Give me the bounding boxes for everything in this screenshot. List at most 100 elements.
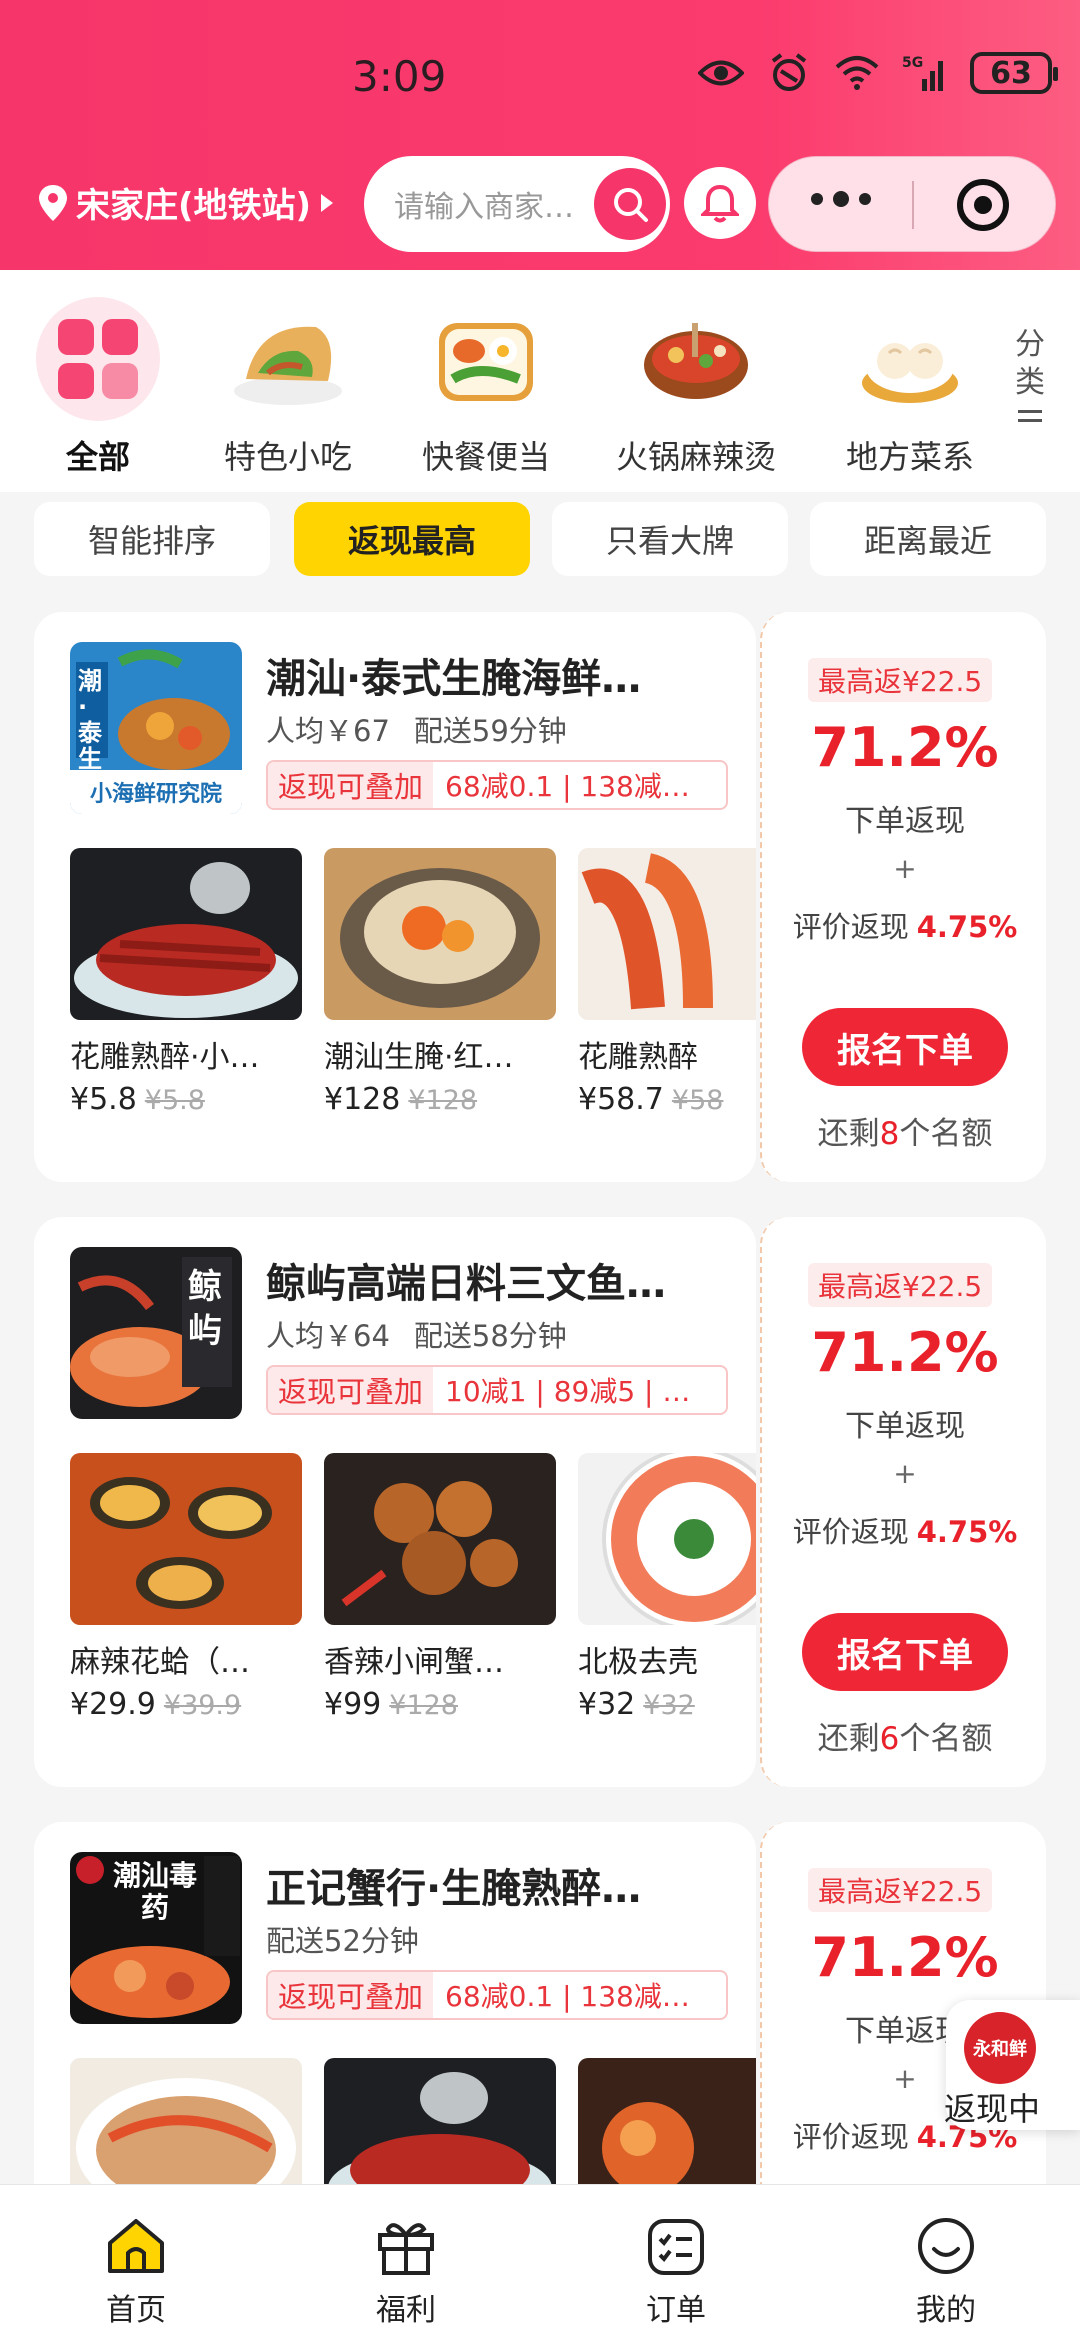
dish-price: ¥5.8 ¥5.8 [70, 1082, 205, 1117]
battery-indicator: 63 [970, 52, 1058, 94]
cashback-rate-label: 下单返现 [845, 1409, 965, 1444]
tab-label: 订单 [646, 2293, 706, 2328]
category-fastfood[interactable]: 快餐便当 [396, 294, 576, 484]
avg-price: 人均￥64 [266, 1319, 390, 1353]
dish-item[interactable]: 北极去壳 ¥32 ¥32 [578, 1453, 756, 1722]
shop-info-panel[interactable]: 鲸屿 鲸屿高端日料三文鱼… 人均￥64 配送58分钟 返现可叠加 10减1 | 89… [34, 1217, 756, 1787]
bottom-tab-bar: 首页 福利 订单 我的 [0, 2184, 1080, 2340]
cashback-rate: 71.2% [811, 716, 999, 779]
shop-name: 正记蟹行·生腌熟醉… [266, 1866, 642, 1912]
dish-row: 花雕熟醉·小… ¥5.8 ¥5.8 潮汕生腌·红… ¥128 ¥128 花雕熟醉 ¥… [70, 848, 756, 1158]
capsule-divider [912, 181, 914, 229]
logo-caption: 小海鲜研究院 [89, 782, 222, 807]
search-placeholder: 请输入商家… [394, 190, 574, 225]
tab-label: 首页 [106, 2293, 166, 2328]
category-label: 全部 [65, 438, 130, 476]
dish-item[interactable]: 潮汕生腌·红… ¥128 ¥128 [324, 848, 556, 1117]
promo-strip: 返现可叠加 68减0.1 | 138减… [266, 760, 728, 810]
cashback-panel: 最高返¥22.5 71.2% 下单返现 + 评价返现 4.75% 报名下单 还剩6… [760, 1217, 1046, 1787]
status-icons: 5G 63 [698, 52, 1058, 94]
dish-item[interactable]: 香辣小闸蟹… ¥99 ¥128 [324, 1453, 556, 1722]
dish-item[interactable]: 花雕熟醉 ¥58.7 ¥58 [578, 848, 756, 1117]
shop-name: 潮汕·泰式生腌海鲜… [266, 656, 642, 702]
review-cashback: 评价返现 4.75% [792, 910, 1018, 944]
sort-nearest[interactable]: 距离最近 [810, 502, 1046, 576]
category-label: 特色小吃 [223, 438, 352, 476]
dish-name: 花雕熟醉·小… [70, 1040, 260, 1075]
shop-meta: 人均￥64 配送58分钟 [266, 1313, 591, 1355]
remaining-quota: 还剩6个名额 [817, 1721, 993, 1757]
search-button[interactable] [594, 168, 666, 240]
hotpot-icon [631, 294, 761, 424]
menu-lines-icon [1018, 410, 1042, 422]
sort-brands-only[interactable]: 只看大牌 [552, 502, 788, 576]
wifi-icon [834, 53, 880, 93]
category-bar: 全部 特色小吃 快餐便当 火锅麻辣烫 地方菜系 分 类 [0, 270, 1080, 492]
review-cashback: 评价返现 4.75% [792, 1515, 1018, 1549]
gift-icon [371, 2213, 441, 2279]
delivery-time: 配送59分钟 [413, 714, 567, 748]
avg-price: 人均￥67 [266, 714, 390, 748]
shop-logo: 鲸屿 [70, 1247, 242, 1419]
home-icon [101, 2213, 171, 2279]
tab-home[interactable]: 首页 [66, 2213, 206, 2329]
cashback-in-progress-badge[interactable]: 永和鲜 返现中 [944, 2000, 1080, 2130]
more-label: 类 [1015, 365, 1045, 400]
tab-label: 我的 [916, 2293, 976, 2328]
search-box[interactable]: 请输入商家… [364, 156, 670, 252]
dish-name: 北极去壳 [578, 1645, 698, 1680]
shop-card[interactable]: 潮·泰生腌 小海鲜研究院 潮汕·泰式生腌海鲜… 人均￥67 配送59分钟 返现可叠… [34, 612, 1046, 1182]
dish-item[interactable]: 麻辣花蛤（… ¥29.9 ¥39.9 [70, 1453, 302, 1722]
dish-image [70, 848, 302, 1020]
more-label: 分 [1015, 327, 1045, 362]
plus-sign: + [893, 1457, 917, 1490]
promo-text: 68减0.1 | 138减… [445, 1980, 690, 2013]
smile-profile-icon [911, 2213, 981, 2279]
promo-tag: 返现可叠加 [268, 1367, 434, 1413]
category-label: 火锅麻辣烫 [615, 438, 776, 476]
shop-meta: 配送52分钟 [266, 1918, 443, 1960]
sort-smart[interactable]: 智能排序 [34, 502, 270, 576]
caret-right-icon [321, 193, 334, 212]
alarm-icon [766, 53, 812, 93]
original-price: ¥128 [389, 1690, 458, 1721]
order-list-icon [641, 2213, 711, 2279]
category-hotpot[interactable]: 火锅麻辣烫 [606, 294, 786, 484]
shop-info-panel[interactable]: 潮·泰生腌 小海鲜研究院 潮汕·泰式生腌海鲜… 人均￥67 配送59分钟 返现可叠… [34, 612, 756, 1182]
dish-image [70, 1453, 302, 1625]
category-all[interactable]: 全部 [8, 294, 188, 484]
location-selector[interactable]: 宋家庄(地铁站) [36, 178, 334, 227]
bell-icon [701, 184, 739, 223]
sort-highest-cashback[interactable]: 返现最高 [294, 502, 530, 576]
header: 3:09 5G 63 宋家庄(地铁站) 请输入商家… [0, 0, 1080, 270]
shop-logo: 潮·泰生腌 小海鲜研究院 [70, 642, 242, 814]
join-order-button[interactable]: 报名下单 [802, 1613, 1008, 1691]
delivery-time: 配送52分钟 [266, 1924, 419, 1958]
floating-badge-label: 返现中 [944, 2090, 1041, 2128]
promo-tag: 返现可叠加 [268, 1972, 434, 2018]
notification-button[interactable] [684, 167, 756, 239]
shop-card[interactable]: 鲸屿 鲸屿高端日料三文鱼… 人均￥64 配送58分钟 返现可叠加 10减1 | 89… [34, 1217, 1046, 1787]
location-pin-icon [39, 184, 67, 221]
sort-bar: 智能排序 返现最高 只看大牌 距离最近 [0, 492, 1080, 602]
search-icon [614, 188, 648, 222]
tab-benefits[interactable]: 福利 [336, 2213, 476, 2329]
dish-image [324, 1453, 556, 1625]
more-options-icon[interactable] [811, 191, 871, 207]
join-order-button[interactable]: 报名下单 [802, 1008, 1008, 1086]
tab-profile[interactable]: 我的 [876, 2213, 1016, 2329]
dish-item[interactable]: 花雕熟醉·小… ¥5.8 ¥5.8 [70, 848, 302, 1117]
svg-text:5G: 5G [902, 55, 923, 71]
category-snacks[interactable]: 特色小吃 [198, 294, 378, 484]
max-cashback-badge: 最高返¥22.5 [808, 658, 993, 702]
original-price: ¥58 [671, 1085, 724, 1116]
review-rate: 4.75% [916, 910, 1018, 944]
signal-5g-icon: 5G [902, 53, 948, 93]
promo-text: 68减0.1 | 138减… [445, 770, 690, 803]
category-regional[interactable]: 地方菜系 [820, 294, 1000, 484]
shop-mini-logo: 永和鲜 [964, 2012, 1036, 2084]
tab-orders[interactable]: 订单 [606, 2213, 746, 2329]
close-miniprogram-icon[interactable] [957, 179, 1009, 231]
all-grid-icon [36, 297, 160, 421]
all-categories-button[interactable]: 分 类 [1010, 326, 1050, 428]
